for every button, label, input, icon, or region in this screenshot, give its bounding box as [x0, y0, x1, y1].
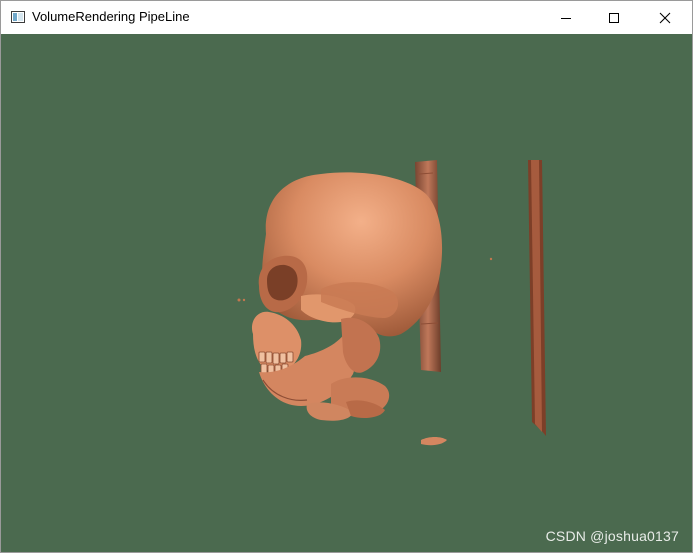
skull — [237, 172, 493, 446]
title-bar[interactable]: VolumeRendering PipeLine — [1, 1, 692, 34]
close-button[interactable] — [642, 1, 688, 34]
vtk-window-icon — [11, 11, 25, 23]
window-title: VolumeRendering PipeLine — [32, 9, 190, 24]
table-slab-right — [528, 160, 546, 436]
minimize-button[interactable] — [543, 1, 589, 34]
maximize-button[interactable] — [591, 1, 637, 34]
maximize-icon — [609, 12, 619, 23]
watermark-text: CSDN @joshua0137 — [545, 528, 679, 544]
close-icon — [659, 12, 671, 23]
minimize-icon — [561, 17, 571, 19]
volume-render-scene — [237, 160, 546, 446]
render-viewport[interactable]: CSDN @joshua0137 — [1, 34, 692, 552]
app-window: VolumeRendering PipeLine CSDN @joshua013… — [0, 0, 693, 553]
